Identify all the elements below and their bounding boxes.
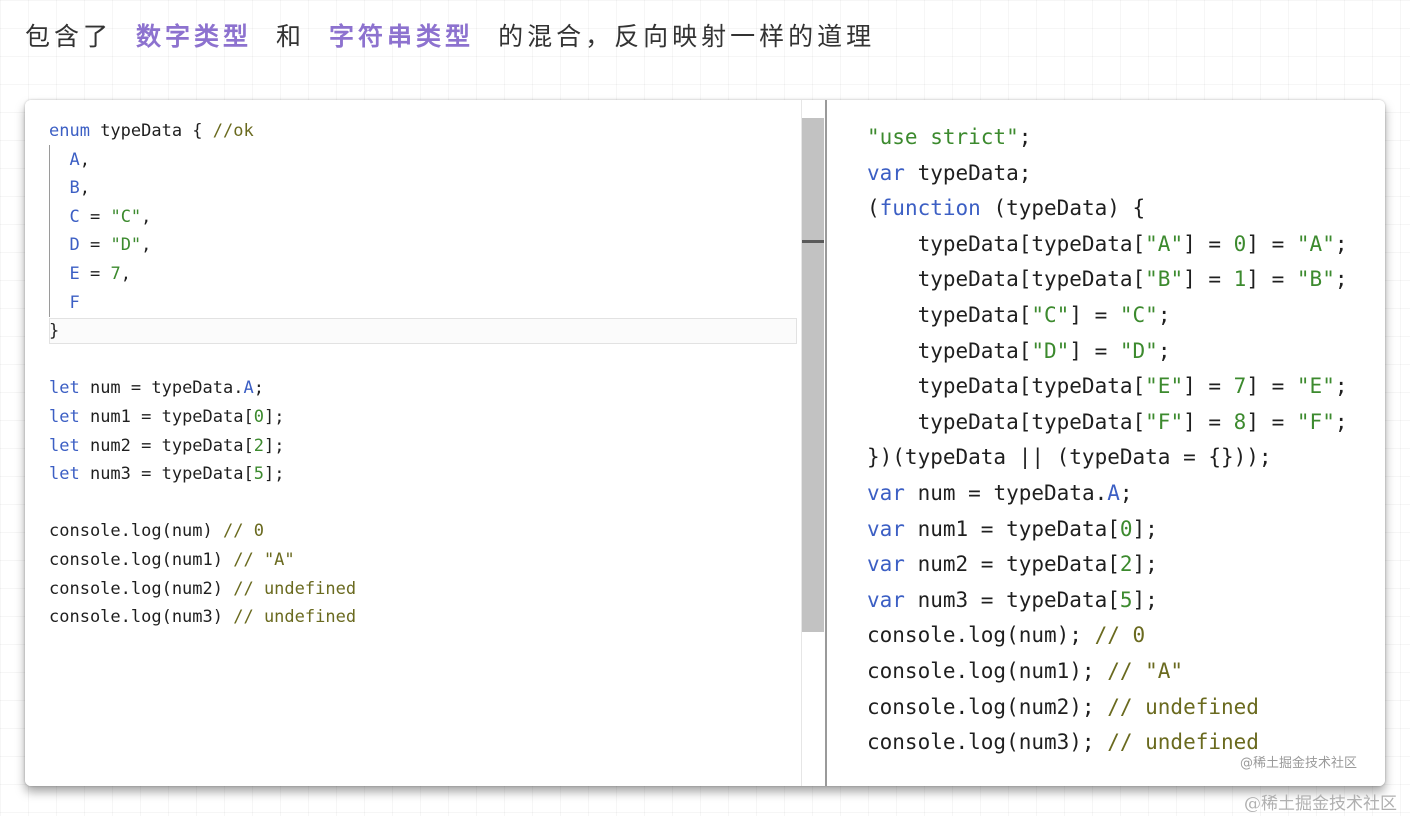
scrollbar-position-marker xyxy=(802,240,824,243)
typescript-code[interactable]: enum typeData { //ok A, B, C = "C", D = … xyxy=(49,117,356,632)
code-line: console.log(num2) // undefined xyxy=(49,578,357,599)
code-line: E = 7, xyxy=(69,263,131,284)
watermark-inner: @稀土掘金技术社区 xyxy=(1240,756,1358,771)
code-line: "use strict"; xyxy=(867,125,1032,149)
code-line: let num1 = typeData[0]; xyxy=(49,406,285,427)
code-line: F xyxy=(69,292,80,313)
code-line: let num = typeData.A; xyxy=(49,378,264,399)
code-line: A, xyxy=(69,149,90,170)
code-line: console.log(num) // 0 xyxy=(49,521,264,542)
headline-prefix: 包含了 xyxy=(25,22,113,51)
code-line: console.log(num1); // "A" xyxy=(867,658,1184,683)
code-line: typeData["C"] = "C"; xyxy=(867,302,1171,327)
code-line: typeData[typeData["B"] = 1] = "B"; xyxy=(867,267,1348,292)
headline: 包含了 数字类型和字符串类型 的混合，反向映射一样的道理 xyxy=(25,18,875,58)
watermark-outer: @稀土掘金技术社区 xyxy=(1244,794,1397,814)
code-line: var num1 = typeData[0]; xyxy=(867,516,1158,541)
code-line: console.log(num3) // undefined xyxy=(49,607,357,628)
code-line: console.log(num); // 0 xyxy=(867,623,1146,648)
code-line: } xyxy=(49,321,60,342)
code-line: C = "C", xyxy=(69,206,152,227)
headline-term-number-type: 数字类型 xyxy=(136,22,253,51)
headline-suffix: 的混合，反向映射一样的道理 xyxy=(498,22,876,51)
code-line: console.log(num1) // "A" xyxy=(49,549,295,570)
code-line: B, xyxy=(69,178,90,199)
javascript-output-pane[interactable]: "use strict"; var typeData; (function (typ… xyxy=(827,100,1385,786)
headline-term-string-type: 字符串类型 xyxy=(329,22,475,51)
typescript-editor-pane[interactable]: enum typeData { //ok A, B, C = "C", D = … xyxy=(25,100,801,786)
code-line: (function (typeData) { xyxy=(867,196,1146,221)
code-line: let num3 = typeData[5]; xyxy=(49,464,285,485)
code-line: typeData[typeData["E"] = 7] = "E"; xyxy=(867,374,1348,399)
code-line: enum typeData { //ok xyxy=(49,121,254,141)
code-line: D = "D", xyxy=(69,235,152,256)
code-comparison-panel: enum typeData { //ok A, B, C = "C", D = … xyxy=(25,100,1385,786)
scrollbar-thumb[interactable] xyxy=(802,118,824,632)
code-line: typeData[typeData["A"] = 0] = "A"; xyxy=(867,231,1348,256)
code-line: console.log(num2); // undefined xyxy=(867,694,1259,719)
compiled-javascript-code[interactable]: "use strict"; var typeData; (function (typ… xyxy=(867,120,1348,761)
code-line: })(typeData || (typeData = {})); xyxy=(867,445,1272,470)
code-line: var typeData; xyxy=(867,160,1032,185)
code-line: var num = typeData.A; xyxy=(867,480,1133,505)
headline-middle: 和 xyxy=(276,22,306,51)
code-line: typeData[typeData["F"] = 8] = "F"; xyxy=(867,409,1348,434)
code-line: var num3 = typeData[5]; xyxy=(867,587,1158,612)
code-line: let num2 = typeData[2]; xyxy=(49,435,285,456)
vertical-scrollbar[interactable] xyxy=(801,100,827,786)
code-line: typeData["D"] = "D"; xyxy=(867,338,1171,363)
code-line: var num2 = typeData[2]; xyxy=(867,552,1158,577)
